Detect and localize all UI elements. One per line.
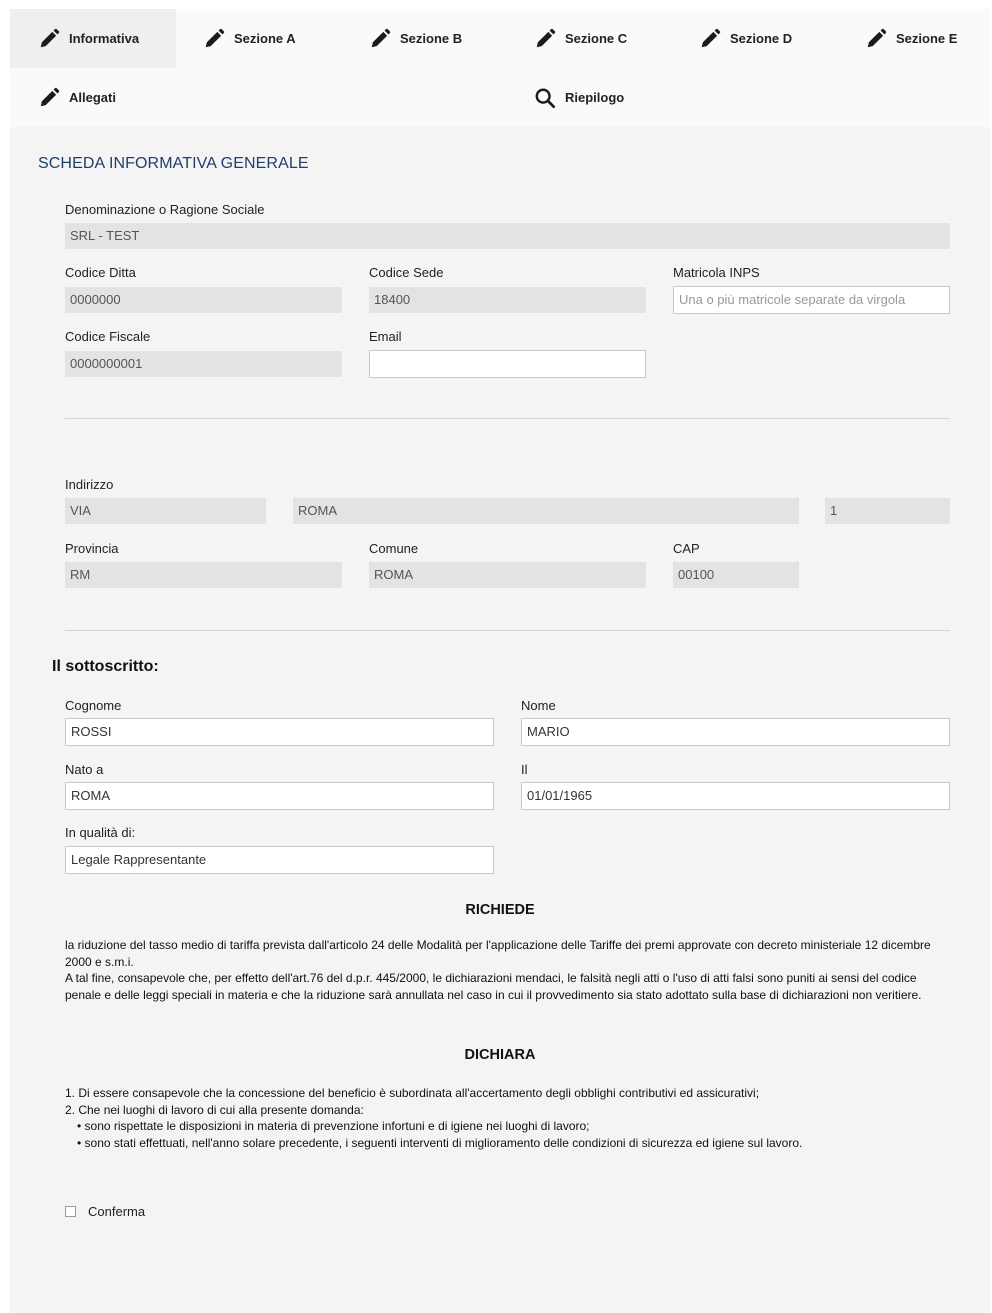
nato-input[interactable]: ROMA: [65, 782, 494, 810]
codice-sede-label: Codice Sede: [369, 265, 444, 280]
qualita-input[interactable]: Legale Rappresentante: [65, 846, 494, 874]
tab-sezione-b[interactable]: Sezione B: [369, 9, 462, 68]
dichiara-list: 1. Di essere consapevole che la concessi…: [65, 1085, 955, 1151]
birthdate-input[interactable]: 01/01/1965: [521, 782, 950, 810]
via-field: VIA: [65, 498, 266, 524]
list-item: 2. Che nei luoghi di lavoro di cui alla …: [65, 1102, 364, 1117]
dichiara-heading: DICHIARA: [464, 1047, 536, 1063]
richiede-text: la riduzione del tasso medio di tariffa …: [65, 937, 955, 1003]
checkbox-box[interactable]: [65, 1206, 76, 1217]
section-tabs: Informativa Sezione A Sezione B Sezione …: [10, 9, 990, 127]
tab-sezione-e[interactable]: Sezione E: [865, 9, 957, 68]
tab-label: Riepilogo: [565, 90, 625, 105]
tab-label: Sezione A: [234, 31, 296, 46]
street-field: ROMA: [293, 498, 799, 524]
email-input[interactable]: [369, 350, 646, 378]
denominazione-label: Denominazione o Ragione Sociale: [65, 202, 265, 217]
cap-label: CAP: [673, 541, 700, 556]
tab-label: Sezione D: [730, 31, 793, 46]
form-page: Informativa Sezione A Sezione B Sezione …: [10, 9, 990, 1313]
matricola-label: Matricola INPS: [673, 265, 760, 280]
pencil-icon: [701, 28, 721, 47]
provincia-field: RM: [65, 562, 342, 588]
list-item: 1. Di essere consapevole che la concessi…: [65, 1086, 760, 1100]
pencil-icon: [867, 28, 887, 47]
denominazione-field: SRL - TEST: [65, 223, 950, 249]
tab-sezione-a[interactable]: Sezione A: [203, 9, 296, 68]
cap-field: 00100: [673, 562, 799, 588]
indirizzo-label: Indirizzo: [65, 477, 114, 492]
codice-fiscale-label: Codice Fiscale: [65, 329, 151, 344]
birthdate-label: Il: [521, 762, 528, 777]
signer-heading: Il sottoscritto:: [52, 658, 159, 675]
pencil-icon: [536, 28, 556, 47]
pencil-icon: [40, 87, 60, 106]
richiede-heading: RICHIEDE: [465, 902, 535, 918]
matricola-input[interactable]: Una o più matricole separate da virgola: [673, 286, 950, 314]
pencil-icon: [371, 28, 391, 47]
tab-label: Sezione E: [896, 31, 958, 46]
richiede-paragraph: la riduzione del tasso medio di tariffa …: [65, 938, 931, 969]
tab-informativa[interactable]: Informativa: [10, 9, 176, 68]
tab-label: Allegati: [69, 90, 116, 105]
codice-ditta-field: 0000000: [65, 287, 342, 313]
tab-sezione-d[interactable]: Sezione D: [699, 9, 792, 68]
tab-allegati[interactable]: Allegati: [38, 68, 116, 127]
list-item: • sono stati effettuati, nell'anno solar…: [77, 1135, 803, 1150]
comune-field: ROMA: [369, 562, 646, 588]
pencil-icon: [40, 28, 60, 47]
civic-number-field: 1: [825, 498, 950, 524]
codice-ditta-label: Codice Ditta: [65, 265, 136, 280]
confirm-label: Conferma: [88, 1204, 146, 1219]
tab-label: Informativa: [69, 31, 140, 46]
nome-input[interactable]: MARIO: [521, 718, 950, 746]
tab-riepilogo[interactable]: Riepilogo: [534, 68, 624, 127]
email-label: Email: [369, 329, 402, 344]
qualita-label: In qualità di:: [65, 825, 136, 840]
codice-sede-field: 18400: [369, 287, 646, 313]
tab-sezione-c[interactable]: Sezione C: [534, 9, 627, 68]
divider: [65, 630, 950, 631]
nato-label: Nato a: [65, 762, 104, 777]
list-item: • sono rispettate le disposizioni in mat…: [77, 1119, 590, 1133]
tab-label: Sezione B: [400, 31, 463, 46]
confirm-checkbox[interactable]: Conferma: [65, 1204, 145, 1219]
cognome-label: Cognome: [65, 698, 122, 713]
divider: [65, 418, 950, 419]
tab-label: Sezione C: [565, 31, 628, 46]
pencil-icon: [205, 28, 225, 47]
search-icon: [535, 88, 556, 108]
comune-label: Comune: [369, 541, 419, 556]
richiede-paragraph: A tal fine, consapevole che, per effetto…: [65, 971, 922, 1002]
codice-fiscale-field: 0000000001: [65, 351, 342, 377]
nome-label: Nome: [521, 698, 556, 713]
provincia-label: Provincia: [65, 541, 119, 556]
cognome-input[interactable]: ROSSI: [65, 718, 494, 746]
page-title: SCHEDA INFORMATIVA GENERALE: [38, 155, 309, 172]
